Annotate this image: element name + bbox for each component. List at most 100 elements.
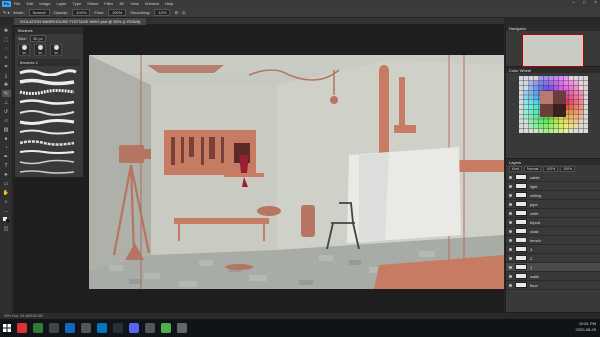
color-cell[interactable] <box>549 119 554 124</box>
lasso-tool-icon[interactable]: ◌ <box>2 45 11 52</box>
mode-select[interactable]: Normal <box>28 8 50 16</box>
color-cell[interactable] <box>579 124 584 129</box>
color-cell[interactable] <box>529 100 534 105</box>
color-cell[interactable] <box>579 90 584 95</box>
app-icon[interactable] <box>161 323 171 333</box>
color-cell[interactable] <box>569 114 574 119</box>
color-cell[interactable] <box>519 80 524 86</box>
eraser-icon[interactable]: ▱ <box>2 117 11 124</box>
color-cell[interactable] <box>574 76 579 81</box>
quick-mask-icon[interactable]: ◫ <box>2 225 11 232</box>
shape-tool-icon[interactable]: ▭ <box>2 180 11 187</box>
menu-type[interactable]: Type <box>73 1 82 6</box>
color-cell[interactable] <box>579 109 584 114</box>
magic-wand-icon[interactable]: ✧ <box>2 54 11 61</box>
steam-icon[interactable] <box>113 323 123 333</box>
color-cell[interactable] <box>519 90 524 95</box>
color-cell[interactable] <box>524 128 529 134</box>
brush-stroke-preview[interactable] <box>18 67 80 76</box>
color-cell[interactable] <box>524 80 529 86</box>
color-cell[interactable] <box>584 124 589 129</box>
color-cell[interactable] <box>579 100 584 105</box>
color-cell[interactable] <box>554 76 559 81</box>
color-cell[interactable] <box>574 104 579 110</box>
color-cell[interactable] <box>579 128 584 134</box>
task-view-icon[interactable] <box>49 323 59 333</box>
dodge-icon[interactable]: ◔ <box>2 144 11 151</box>
brush-stroke-preview[interactable] <box>18 87 80 96</box>
color-cell[interactable] <box>529 80 534 86</box>
blur-icon[interactable]: ● <box>2 135 11 142</box>
color-cell[interactable] <box>529 119 534 124</box>
color-wheel[interactable] <box>518 75 589 134</box>
photoshop-taskbar-icon[interactable] <box>65 323 75 333</box>
color-cell[interactable] <box>529 95 534 100</box>
color-cell[interactable] <box>569 104 574 110</box>
discord-icon[interactable] <box>129 323 139 333</box>
color-cell[interactable] <box>544 124 549 129</box>
color-cell[interactable] <box>539 85 544 90</box>
color-cell[interactable] <box>544 119 549 124</box>
pen-tool-icon[interactable]: ✒ <box>2 153 11 160</box>
color-cell[interactable] <box>564 119 569 124</box>
color-cell[interactable] <box>529 114 534 119</box>
visibility-eye-icon[interactable] <box>509 220 512 224</box>
color-cell[interactable] <box>584 85 589 90</box>
color-cell[interactable] <box>544 80 549 86</box>
color-cell[interactable] <box>569 128 574 134</box>
color-cell[interactable] <box>579 114 584 119</box>
color-cell[interactable] <box>554 80 559 86</box>
zoom-tool-icon[interactable]: ⌕ <box>2 198 11 205</box>
color-cell[interactable] <box>534 85 539 90</box>
color-cell[interactable] <box>569 76 574 81</box>
color-cell[interactable] <box>519 85 524 90</box>
color-cell[interactable] <box>544 128 549 134</box>
color-cell[interactable] <box>529 109 534 114</box>
move-tool-icon[interactable]: ✥ <box>2 27 11 34</box>
color-cell[interactable] <box>559 124 564 129</box>
windows-start-icon[interactable] <box>0 319 14 337</box>
layer-row[interactable]: bench <box>506 236 600 245</box>
color-cell[interactable] <box>534 114 539 119</box>
menu-view[interactable]: View <box>130 1 139 6</box>
menu-window[interactable]: Window <box>145 1 159 6</box>
color-cell[interactable] <box>554 128 559 134</box>
color-cell[interactable] <box>584 114 589 119</box>
type-tool-icon[interactable]: T <box>2 162 11 169</box>
color-cell[interactable] <box>584 80 589 86</box>
crop-tool-icon[interactable]: ⌗ <box>2 63 11 70</box>
flow-field[interactable]: 100% <box>107 8 127 16</box>
color-cell[interactable] <box>579 76 584 81</box>
color-cell[interactable] <box>559 76 564 81</box>
color-cell[interactable] <box>529 104 534 110</box>
app-icon[interactable] <box>97 323 107 333</box>
color-cell[interactable] <box>549 124 554 129</box>
color-cell[interactable] <box>534 124 539 129</box>
color-cell[interactable] <box>539 124 544 129</box>
color-cell[interactable] <box>559 80 564 86</box>
color-cell[interactable] <box>574 109 579 114</box>
color-cell[interactable] <box>534 90 539 95</box>
layer-row[interactable]: walls <box>506 272 600 281</box>
close-icon[interactable]: × <box>594 0 597 7</box>
app-icon[interactable] <box>177 323 187 333</box>
color-cell[interactable] <box>529 76 534 81</box>
color-cell[interactable] <box>524 109 529 114</box>
healing-brush-icon[interactable]: ✚ <box>2 81 11 88</box>
size-field[interactable]: 30 px <box>29 34 46 42</box>
color-cell[interactable] <box>584 109 589 114</box>
brush-stroke-preview[interactable] <box>18 127 80 136</box>
app-icon[interactable] <box>81 323 91 333</box>
color-cell[interactable] <box>569 109 574 114</box>
visibility-eye-icon[interactable] <box>509 265 512 269</box>
color-cell[interactable] <box>524 95 529 100</box>
color-cell[interactable] <box>584 76 589 81</box>
layer-row[interactable]: cloth <box>506 209 600 218</box>
document-tab[interactable]: ISOLATION WAREHOUSE FOOTAGE WHO.psd @ 50… <box>14 18 147 25</box>
visibility-eye-icon[interactable] <box>509 247 512 251</box>
color-cell[interactable] <box>584 128 589 134</box>
visibility-eye-icon[interactable] <box>509 274 512 278</box>
color-cell[interactable] <box>584 104 589 110</box>
visibility-eye-icon[interactable] <box>509 184 512 188</box>
color-cell[interactable] <box>519 128 524 134</box>
